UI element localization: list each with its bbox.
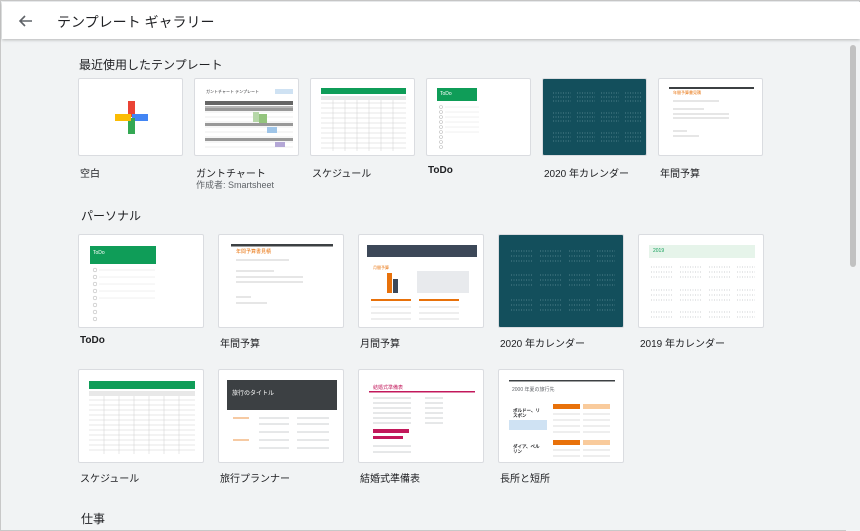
thumb-title: 2019 — [653, 248, 665, 254]
scrollbar-thumb[interactable] — [850, 45, 856, 267]
template-label-annual-budget: 年間予算 — [220, 339, 260, 350]
template-card-todo[interactable]: ToDo — [426, 78, 531, 156]
template-card-annual-budget[interactable]: 年間予算書見積 — [658, 78, 763, 156]
section-heading-work: 仕事 — [81, 512, 106, 526]
page-title: テンプレート ギャラリー — [57, 14, 215, 30]
section-heading-recent: 最近使用したテンプレート — [79, 58, 223, 72]
template-label-schedule: スケジュール — [80, 474, 140, 485]
template-label-todo: ToDo — [80, 335, 105, 346]
section-heading-personal: パーソナル — [81, 209, 142, 223]
template-label-pros-cons: 長所と短所 — [500, 474, 550, 485]
wedding-thumbnail — [369, 391, 475, 453]
template-card-schedule[interactable] — [310, 78, 415, 156]
template-label-schedule: スケジュール — [312, 169, 372, 180]
travel-thumbnail — [227, 380, 337, 449]
template-label-annual-budget: 年間予算 — [660, 169, 700, 180]
thumb-title: 旅行のタイトル — [232, 391, 275, 397]
template-card-gantt[interactable]: ガントチャート テンプレート — [194, 78, 299, 156]
template-card-schedule-personal[interactable] — [78, 369, 204, 463]
template-card-wedding[interactable]: 結婚式準備表 — [358, 369, 484, 463]
calendar-thumbnail — [511, 250, 615, 311]
thumb-cell-2: ダイア、ベルリン — [513, 444, 540, 454]
template-label-todo: ToDo — [428, 165, 453, 176]
gallery-window: テンプレート ギャラリー 最近使用したテンプレート 空白 ガントチャート テンプ… — [0, 0, 860, 531]
schedule-thumbnail — [321, 88, 406, 151]
back-arrow-icon[interactable] — [16, 11, 36, 31]
thumb-title: ToDo — [93, 250, 105, 256]
template-label-travel-planner: 旅行プランナー — [220, 474, 290, 485]
template-card-todo-personal[interactable]: ToDo — [78, 234, 204, 328]
template-author: 作成者: Smartsheet — [196, 180, 275, 190]
schedule-thumbnail — [89, 381, 195, 454]
calendar-thumbnail — [553, 92, 641, 142]
budget-thumbnail — [231, 244, 333, 304]
template-card-travel-planner[interactable]: 旅行のタイトル — [218, 369, 344, 463]
thumb-cell-1: ボルドー、リスボン — [513, 408, 540, 418]
template-card-calendar-2020-personal[interactable] — [498, 234, 624, 328]
gantt-thumbnail — [205, 89, 293, 148]
template-label-calendar-2019: 2019 年カレンダー — [640, 339, 726, 350]
template-card-calendar-2019[interactable]: 2019 — [638, 234, 764, 328]
template-label-monthly-budget: 月間予算 — [360, 339, 400, 350]
template-label-calendar-2020: 2020 年カレンダー — [544, 169, 630, 180]
template-label-blank: 空白 — [80, 169, 100, 180]
template-card-calendar-2020[interactable] — [542, 78, 647, 156]
template-card-monthly-budget[interactable]: 月間予算 — [358, 234, 484, 328]
thumb-title: ToDo — [440, 91, 452, 97]
todo-thumbnail — [90, 246, 156, 322]
scrollbar[interactable] — [846, 39, 860, 531]
template-label-calendar-2020: 2020 年カレンダー — [500, 339, 586, 350]
monthly-budget-thumbnail — [367, 245, 477, 320]
template-card-blank[interactable] — [78, 78, 183, 156]
budget-thumbnail — [669, 87, 754, 137]
template-label-wedding: 結婚式準備表 — [360, 474, 420, 485]
plus-icon — [115, 101, 148, 134]
template-card-annual-budget-personal[interactable]: 年間予算書見積 — [218, 234, 344, 328]
template-card-pros-cons[interactable]: 2000 年夏の旅行先 ボルドー、リスボン ダイア、ベルリン — [498, 369, 624, 463]
top-bar: テンプレート ギャラリー — [2, 2, 860, 39]
thumb-title: 月間予算 — [373, 265, 389, 270]
